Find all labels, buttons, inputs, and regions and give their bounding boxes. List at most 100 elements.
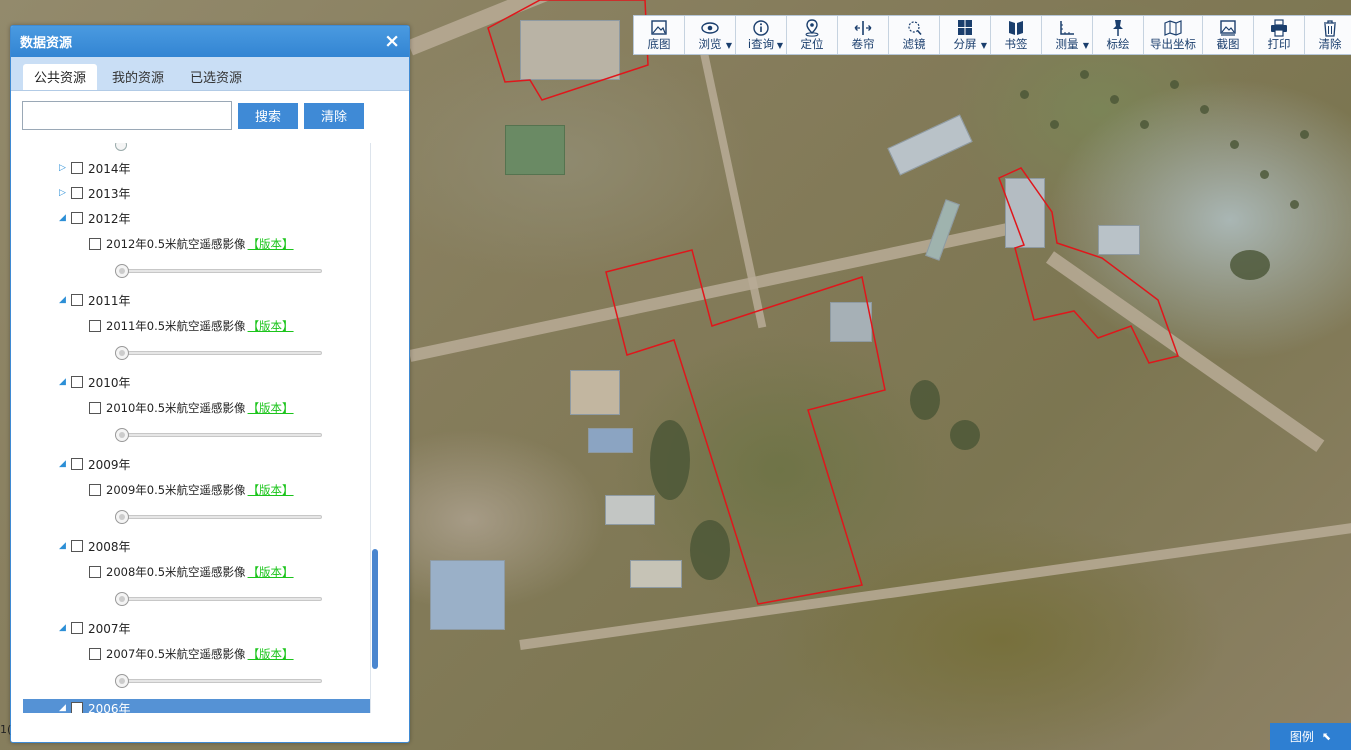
resource-tree: ▷ 2014年 ▷ 2013年 ◢ 2012年 2012年0.5米航空遥感影像 … — [11, 143, 381, 713]
measure-button[interactable]: 测量 ▼ — [1042, 16, 1093, 54]
tree-node-2013[interactable]: ▷ 2013年 — [59, 184, 131, 202]
collapse-arrow-icon[interactable]: ◢ — [59, 459, 71, 469]
tree-node-2014[interactable]: ▷ 2014年 — [59, 159, 131, 177]
tab-selected-resources[interactable]: 已选资源 — [179, 64, 253, 90]
expand-arrow-icon[interactable]: ▷ — [59, 163, 71, 173]
layer-checkbox[interactable] — [71, 294, 83, 306]
parcel-outline[interactable] — [487, 0, 649, 101]
layer-checkbox[interactable] — [89, 238, 101, 250]
filter-button[interactable]: 滤镜 — [889, 16, 940, 54]
browse-label: 浏览 — [698, 37, 722, 51]
collapse-arrow-icon[interactable]: ◢ — [59, 703, 71, 713]
slider-knob[interactable] — [115, 264, 129, 278]
opacity-slider[interactable] — [115, 674, 322, 688]
opacity-slider[interactable] — [115, 264, 322, 278]
filter-label: 滤镜 — [902, 37, 926, 51]
opacity-slider[interactable] — [115, 592, 322, 606]
layer-checkbox[interactable] — [71, 458, 83, 470]
slider-knob[interactable] — [115, 510, 129, 524]
collapse-arrow-icon[interactable]: ◢ — [59, 377, 71, 387]
year-label: 2010年 — [88, 375, 131, 390]
locate-icon — [805, 19, 819, 37]
tree-node-2010[interactable]: ◢ 2010年 — [59, 373, 131, 391]
layer-label: 2012年0.5米航空遥感影像 — [106, 237, 246, 251]
locate-button[interactable]: 定位 — [787, 16, 838, 54]
search-button[interactable]: 搜索 — [238, 102, 298, 129]
search-row: 搜索 清除 — [11, 91, 409, 136]
version-link[interactable]: 【版本】 — [248, 400, 294, 416]
tree-scrollbar[interactable] — [370, 143, 379, 713]
slider-knob[interactable] — [115, 346, 129, 360]
layer-row-2012: 2012年0.5米航空遥感影像 【版本】 — [89, 235, 294, 253]
tree-node-2006[interactable]: ◢ 2006年 — [59, 699, 131, 713]
swipe-button[interactable]: 卷帘 — [838, 16, 889, 54]
layer-checkbox[interactable] — [89, 484, 101, 496]
clear-button[interactable]: 清除 — [304, 102, 364, 129]
query-button[interactable]: i查询 ▼ — [736, 16, 787, 54]
tree-node-2007[interactable]: ◢ 2007年 — [59, 619, 131, 637]
collapse-arrow-icon[interactable]: ◢ — [59, 541, 71, 551]
plot-button[interactable]: 标绘 — [1093, 16, 1144, 54]
locate-label: 定位 — [800, 37, 824, 51]
layer-checkbox[interactable] — [89, 648, 101, 660]
bookmark-icon — [1009, 21, 1023, 35]
layer-checkbox[interactable] — [71, 376, 83, 388]
layer-checkbox[interactable] — [71, 212, 83, 224]
slider-knob[interactable] — [115, 143, 127, 151]
year-label: 2011年 — [88, 293, 131, 308]
slider-knob[interactable] — [115, 674, 129, 688]
clear-map-label: 清除 — [1318, 37, 1342, 51]
search-input[interactable] — [22, 101, 232, 130]
layer-checkbox[interactable] — [71, 540, 83, 552]
browse-button[interactable]: 浏览 ▼ — [685, 16, 736, 54]
legend-button[interactable]: 图例 ⬉ — [1270, 723, 1351, 750]
tree-node-2011[interactable]: ◢ 2011年 — [59, 291, 131, 309]
tree-node-2009[interactable]: ◢ 2009年 — [59, 455, 131, 473]
version-link[interactable]: 【版本】 — [248, 482, 294, 498]
layer-checkbox[interactable] — [89, 566, 101, 578]
measure-icon — [1060, 21, 1074, 35]
clear-map-button[interactable]: 清除 — [1305, 16, 1351, 54]
version-link[interactable]: 【版本】 — [248, 646, 294, 662]
opacity-slider[interactable] — [115, 346, 322, 360]
opacity-slider[interactable] — [115, 428, 322, 442]
layer-checkbox[interactable] — [71, 187, 83, 199]
expand-arrow-icon[interactable]: ▷ — [59, 188, 71, 198]
version-link[interactable]: 【版本】 — [248, 236, 294, 252]
basemap-button[interactable]: 底图 — [634, 16, 685, 54]
collapse-arrow-icon[interactable]: ◢ — [59, 213, 71, 223]
measure-label: 测量 — [1055, 37, 1079, 51]
tab-public-resources[interactable]: 公共资源 — [23, 64, 98, 90]
layer-label: 2010年0.5米航空遥感影像 — [106, 401, 246, 415]
layer-checkbox[interactable] — [71, 162, 83, 174]
collapse-arrow-icon[interactable]: ◢ — [59, 623, 71, 633]
collapse-arrow-icon[interactable]: ◢ — [59, 295, 71, 305]
layer-checkbox[interactable] — [71, 702, 83, 713]
opacity-slider[interactable] — [115, 510, 322, 524]
tree-node-2012[interactable]: ◢ 2012年 — [59, 209, 131, 227]
screenshot-label: 截图 — [1216, 37, 1240, 51]
resource-tabs: 公共资源 我的资源 已选资源 — [11, 57, 409, 91]
scrollbar-thumb[interactable] — [372, 549, 378, 669]
tab-my-resources[interactable]: 我的资源 — [101, 64, 175, 90]
export-coords-button[interactable]: 导出坐标 — [1144, 16, 1203, 54]
split-screen-label: 分屏 — [953, 37, 977, 51]
year-label: 2013年 — [88, 186, 131, 201]
split-screen-button[interactable]: 分屏 ▼ — [940, 16, 991, 54]
layer-checkbox[interactable] — [71, 622, 83, 634]
slider-knob[interactable] — [115, 428, 129, 442]
close-icon[interactable]: × — [384, 32, 400, 51]
layer-checkbox[interactable] — [89, 402, 101, 414]
version-link[interactable]: 【版本】 — [248, 318, 294, 334]
parcel-outline[interactable] — [998, 167, 1179, 364]
coordinate-readout: 1( — [0, 723, 12, 736]
layer-checkbox[interactable] — [89, 320, 101, 332]
bookmark-button[interactable]: 书签 — [991, 16, 1042, 54]
parcel-outline[interactable] — [605, 249, 886, 605]
version-link[interactable]: 【版本】 — [248, 564, 294, 580]
year-label: 2014年 — [88, 161, 131, 176]
screenshot-button[interactable]: 截图 — [1203, 16, 1254, 54]
tree-node-2008[interactable]: ◢ 2008年 — [59, 537, 131, 555]
print-button[interactable]: 打印 — [1254, 16, 1305, 54]
slider-knob[interactable] — [115, 592, 129, 606]
